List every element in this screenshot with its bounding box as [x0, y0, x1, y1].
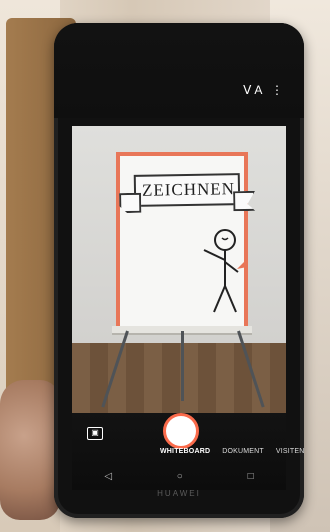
recents-icon[interactable]: □	[248, 471, 254, 482]
stand-legs	[72, 330, 286, 411]
android-nav: ◁ ○ □	[72, 463, 286, 490]
whiteboard: ZEICHNEN	[116, 152, 248, 334]
shutter-button[interactable]	[163, 413, 199, 449]
banner-text: ZEICHNEN	[141, 179, 236, 200]
gallery-icon[interactable]: ▣	[87, 427, 103, 440]
thumb	[0, 380, 60, 520]
mode-visiten[interactable]: VISITEN	[276, 448, 305, 455]
home-icon[interactable]: ○	[177, 471, 183, 482]
mode-tabs: WHITEBOARD DOKUMENT VISITEN	[160, 448, 305, 455]
top-icons: ᐯA ⋮	[243, 83, 286, 97]
photo-scene: ᐯA ⋮ ZEICHNEN ▣ WHITEBOARD DOKUMENT VISI…	[0, 0, 330, 532]
stick-figure	[203, 229, 247, 313]
phone: ᐯA ⋮ ZEICHNEN ▣ WHITEBOARD DOKUMENT VISI…	[54, 23, 304, 518]
back-icon[interactable]: ◁	[104, 471, 112, 482]
mode-whiteboard[interactable]: WHITEBOARD	[160, 448, 210, 455]
banner: ZEICHNEN	[133, 173, 241, 207]
camera-viewfinder: ZEICHNEN	[72, 126, 286, 413]
top-bezel	[54, 23, 304, 118]
mode-dokument[interactable]: DOKUMENT	[222, 448, 264, 455]
camera-controls: ▣ WHITEBOARD DOKUMENT VISITEN ◁ ○ □	[72, 413, 304, 490]
brand-label: HUAWEI	[157, 489, 201, 498]
